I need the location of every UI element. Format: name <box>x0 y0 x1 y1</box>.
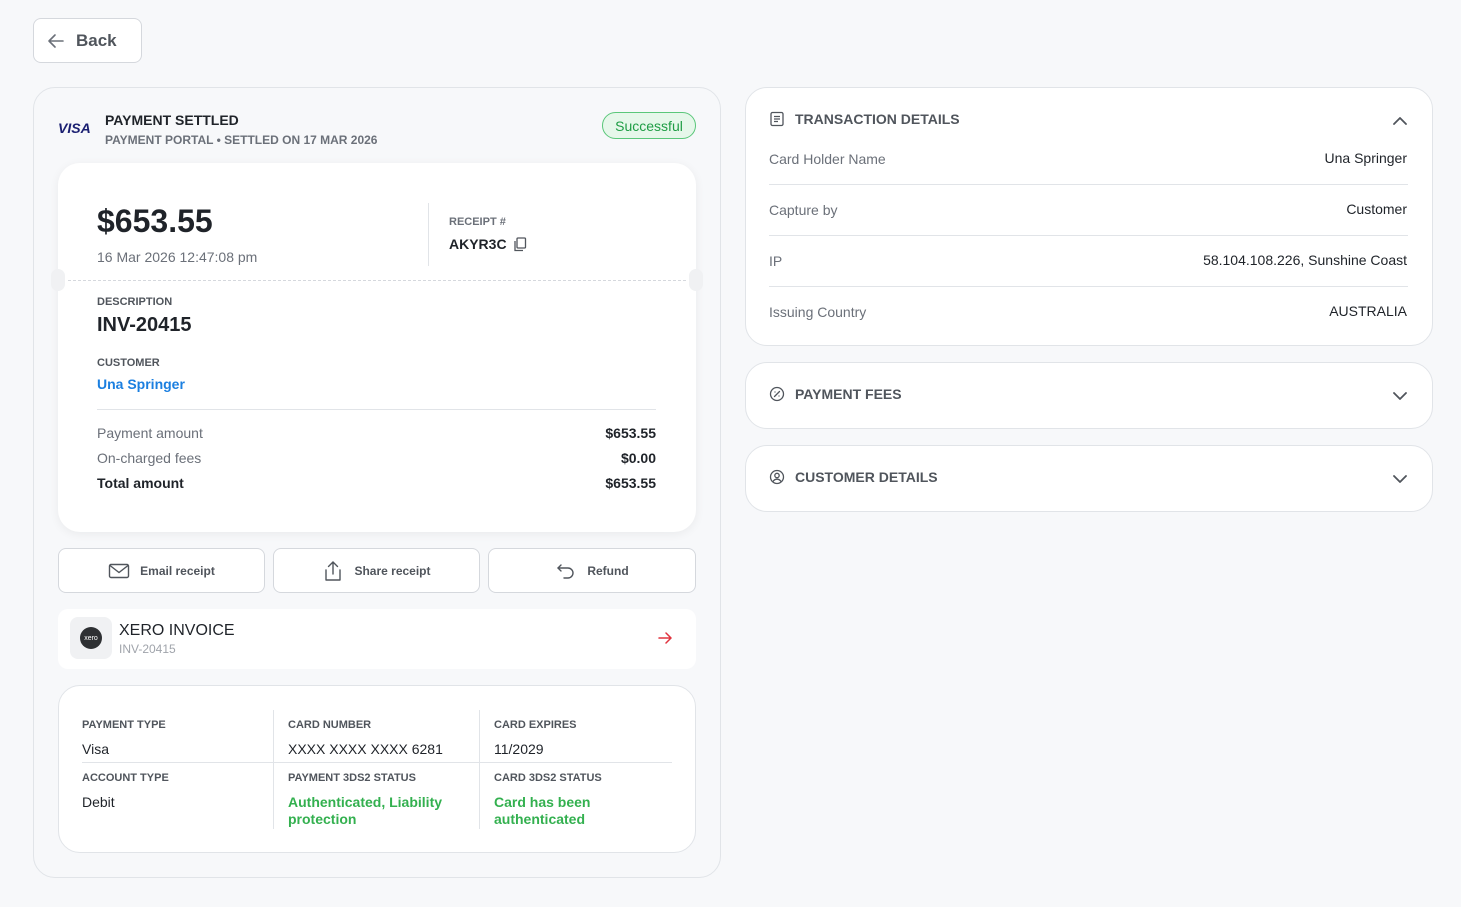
receipt-number: AKYR3C <box>449 236 527 252</box>
transaction-details-header[interactable]: TRANSACTION DETAILS <box>769 111 960 127</box>
transaction-details-title: TRANSACTION DETAILS <box>795 111 960 127</box>
card-3ds2-line1: Card has been <box>494 794 591 810</box>
capture-by-value: Customer <box>1346 201 1407 217</box>
payment-3ds2-line1: Authenticated, Liability <box>288 794 443 810</box>
refund-label: Refund <box>587 563 629 578</box>
td-divider-3 <box>769 286 1408 287</box>
chevron-up-icon[interactable] <box>1392 113 1408 129</box>
share-receipt-button[interactable]: Share receipt <box>273 548 480 593</box>
issuing-country-value: AUSTRALIA <box>1329 303 1407 319</box>
card-number-label: CARD NUMBER <box>288 719 372 731</box>
customer-link[interactable]: Una Springer <box>97 376 185 392</box>
xero-logo-mark: xero <box>80 627 102 649</box>
customer-label: CUSTOMER <box>97 357 160 369</box>
card-3ds2-value: Card has been authenticated <box>494 794 590 828</box>
payment-amount-label: Payment amount <box>97 425 203 441</box>
receipt-number-value: AKYR3C <box>449 236 507 252</box>
refund-button[interactable]: Refund <box>488 548 696 593</box>
card-expires-value: 11/2029 <box>494 741 544 757</box>
capture-by-label: Capture by <box>769 202 838 218</box>
payment-type-label: PAYMENT TYPE <box>82 719 166 731</box>
card-info-divider-1 <box>273 710 274 829</box>
user-circle-icon <box>769 469 785 485</box>
payment-3ds2-label: PAYMENT 3DS2 STATUS <box>288 772 416 784</box>
copy-icon[interactable] <box>513 236 527 252</box>
arrow-right-icon[interactable] <box>657 630 673 646</box>
card-number-value: XXXX XXXX XXXX 6281 <box>288 741 443 757</box>
fees-value: $0.00 <box>620 450 656 466</box>
share-receipt-label: Share receipt <box>354 563 431 578</box>
payment-fees-title: PAYMENT FEES <box>795 386 902 402</box>
td-divider-2 <box>769 235 1408 236</box>
receipt-divider <box>428 203 429 266</box>
description-label: DESCRIPTION <box>97 296 173 308</box>
payment-amount: $653.55 <box>97 203 213 239</box>
payment-subtitle: PAYMENT PORTAL • SETTLED ON 17 MAR 2026 <box>105 133 378 147</box>
card-holder-label: Card Holder Name <box>769 151 886 167</box>
receipt-notch-left <box>51 269 65 291</box>
summary-divider <box>97 409 656 410</box>
receipt-dashed-divider <box>68 280 686 281</box>
total-label: Total amount <box>97 475 184 491</box>
payment-datetime: 16 Mar 2026 12:47:08 pm <box>97 249 258 265</box>
back-button[interactable]: Back <box>33 18 142 63</box>
card-info-divider-2 <box>479 710 480 829</box>
card-expires-label: CARD EXPIRES <box>494 719 577 731</box>
card-3ds2-line2: authenticated <box>494 811 586 827</box>
description-value: INV-20415 <box>97 314 192 336</box>
customer-details-title: CUSTOMER DETAILS <box>795 469 938 485</box>
receipt-notch-right <box>689 269 703 291</box>
undo-icon <box>557 563 574 579</box>
email-receipt-label: Email receipt <box>140 563 215 578</box>
payment-fees-header[interactable]: PAYMENT FEES <box>769 386 902 402</box>
chevron-down-icon[interactable] <box>1392 388 1408 404</box>
tag-icon <box>769 386 785 402</box>
status-badge: Successful <box>602 112 696 139</box>
document-icon <box>770 111 784 127</box>
xero-invoice-title: XERO INVOICE <box>119 622 235 639</box>
td-divider-1 <box>769 184 1408 185</box>
chevron-down-icon[interactable] <box>1392 471 1408 487</box>
xero-logo: xero <box>70 617 112 659</box>
envelope-icon <box>108 563 130 578</box>
payment-type-value: Visa <box>82 741 109 757</box>
payment-3ds2-line2: protection <box>288 811 357 827</box>
ip-value: 58.104.108.226, Sunshine Coast <box>1203 252 1407 268</box>
payment-title: PAYMENT SETTLED <box>105 112 239 128</box>
fees-label: On-charged fees <box>97 450 202 466</box>
payment-3ds2-value: Authenticated, Liability protection <box>288 794 442 828</box>
receipt-label: RECEIPT # <box>449 216 506 228</box>
card-3ds2-label: CARD 3DS2 STATUS <box>494 772 602 784</box>
account-type-label: ACCOUNT TYPE <box>82 772 169 784</box>
email-receipt-button[interactable]: Email receipt <box>58 548 265 593</box>
ip-label: IP <box>769 253 783 269</box>
share-icon <box>325 560 342 581</box>
payment-amount-value: $653.55 <box>605 425 656 441</box>
visa-logo: VISA <box>58 120 91 136</box>
total-value: $653.55 <box>605 475 656 491</box>
account-type-value: Debit <box>82 794 115 810</box>
arrow-left-icon <box>48 33 64 48</box>
card-info-row-divider <box>82 762 672 763</box>
xero-invoice-number: INV-20415 <box>119 642 176 656</box>
back-label: Back <box>76 30 117 50</box>
issuing-country-label: Issuing Country <box>769 304 867 320</box>
customer-details-header[interactable]: CUSTOMER DETAILS <box>769 469 938 485</box>
card-holder-value: Una Springer <box>1324 150 1408 166</box>
